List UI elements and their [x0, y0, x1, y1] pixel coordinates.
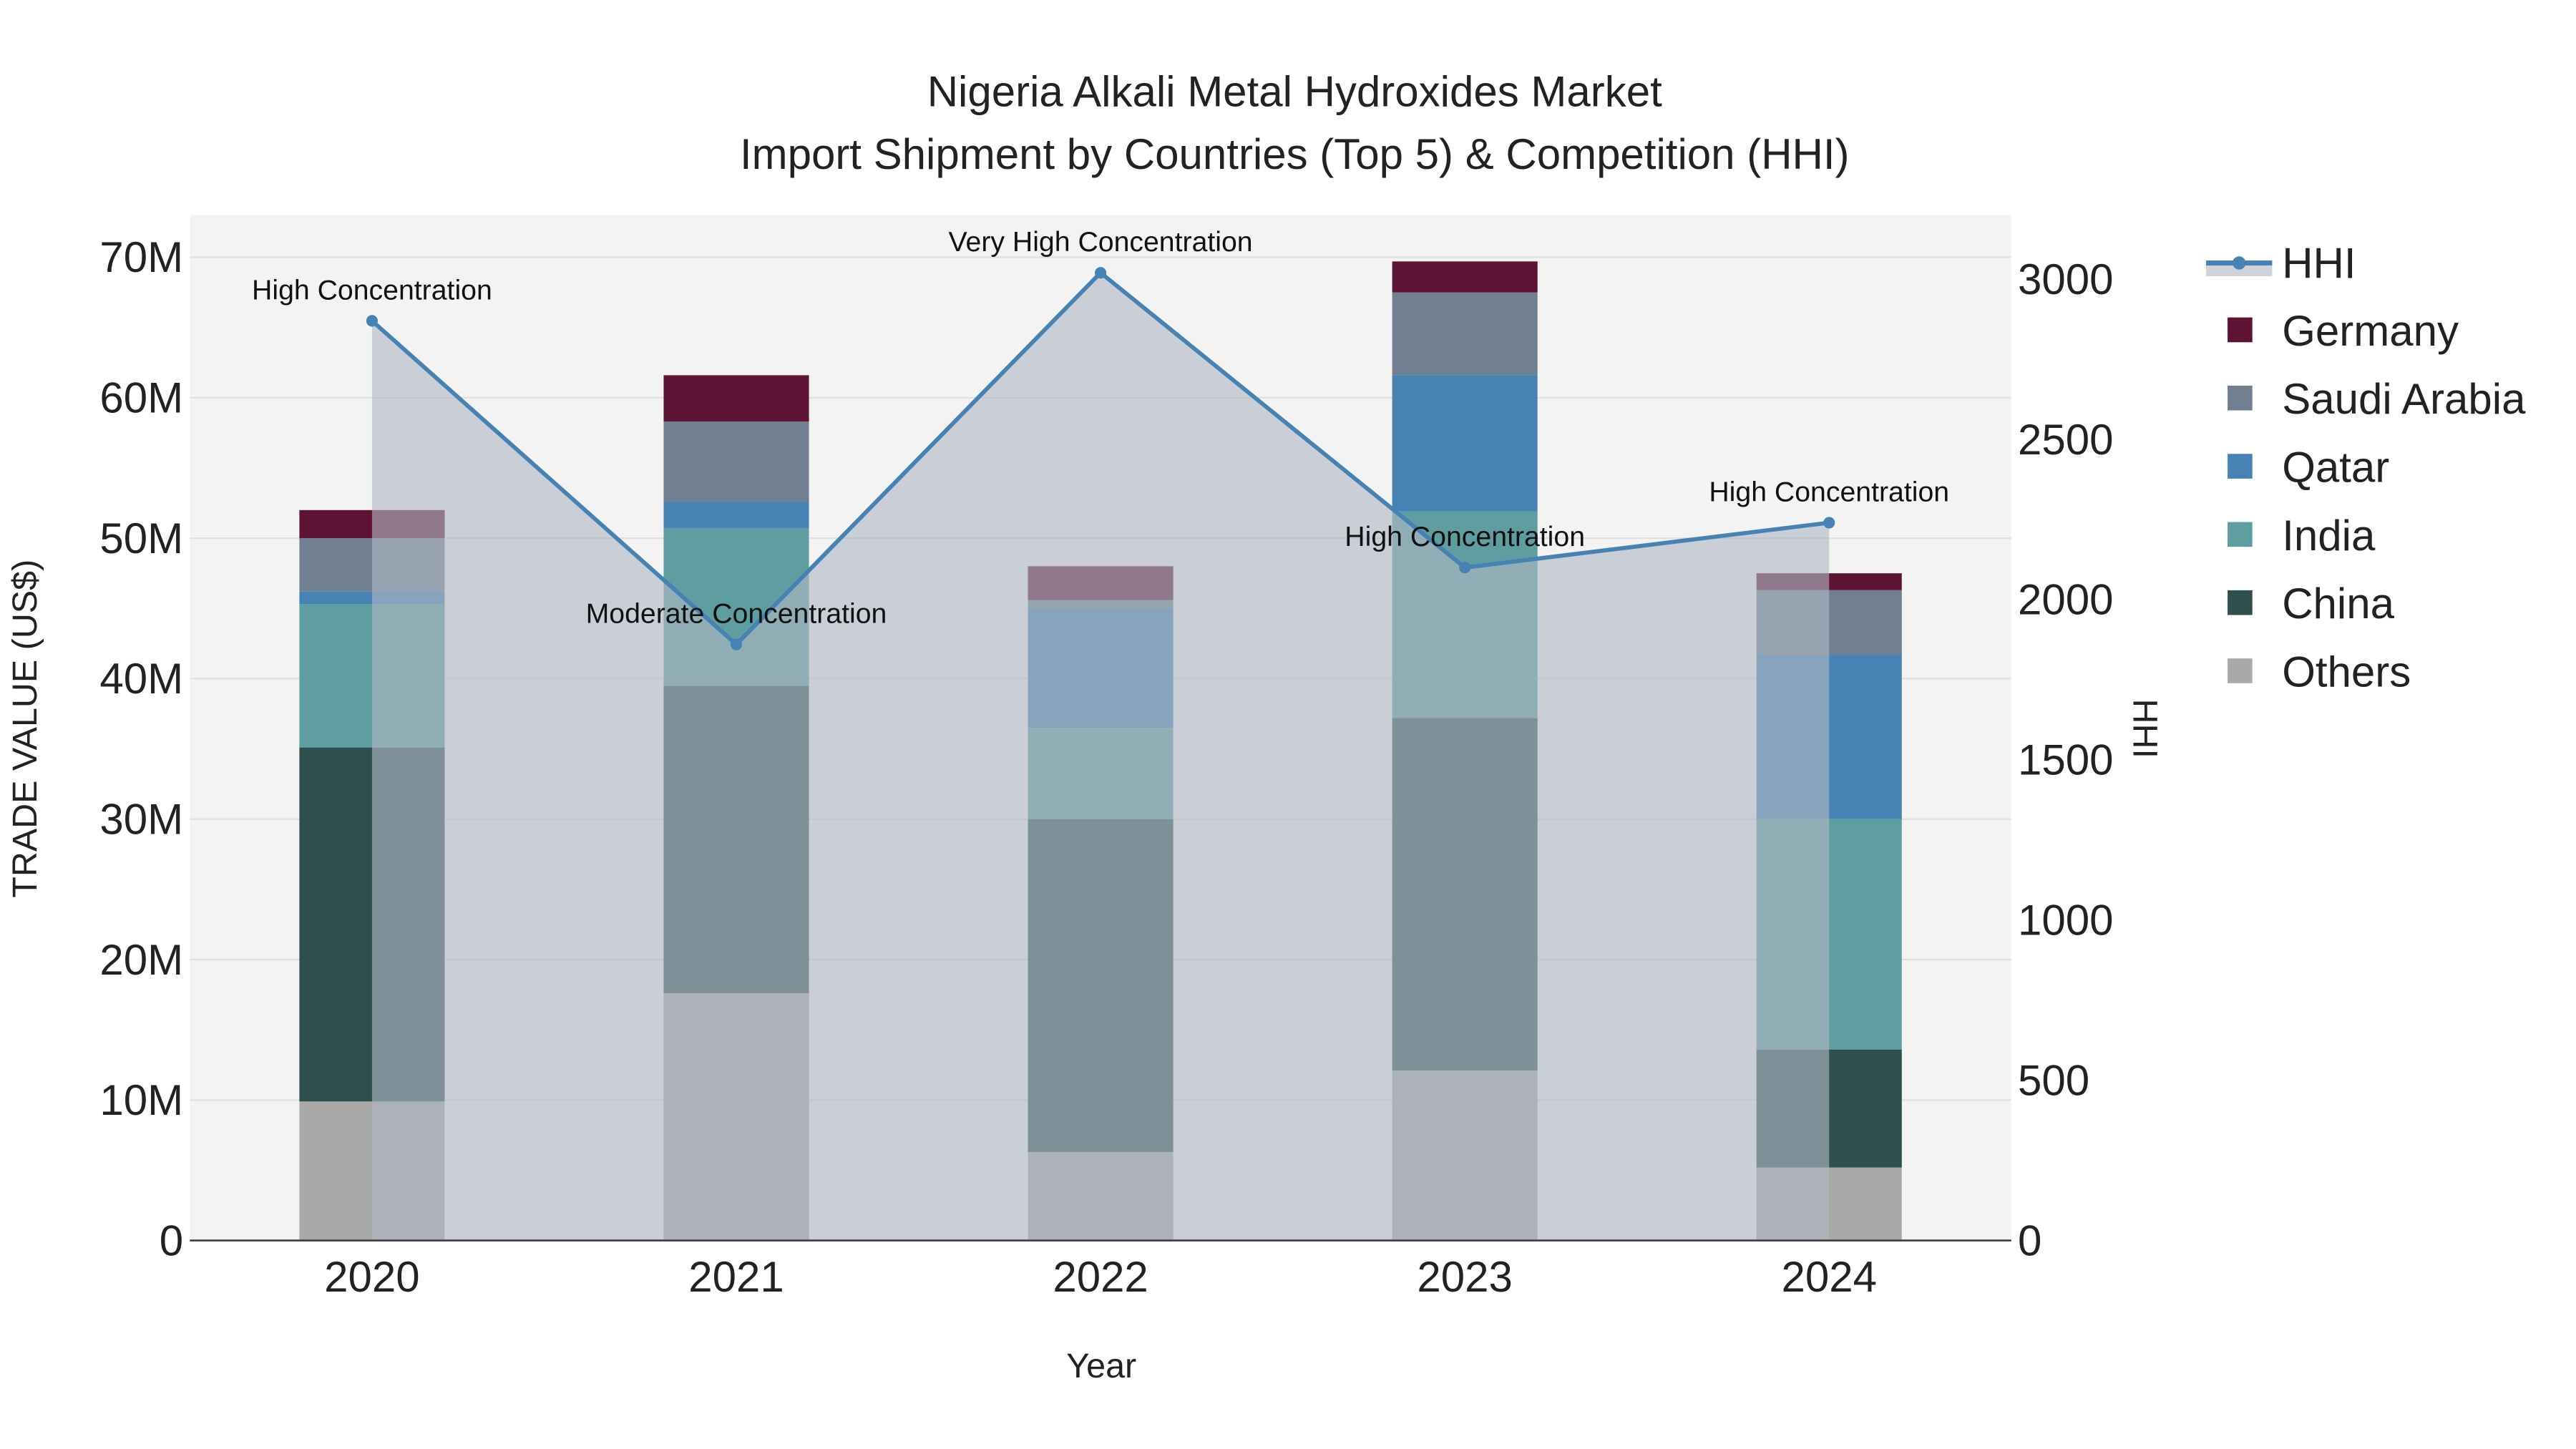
legend-swatch-qatar [2228, 454, 2253, 479]
y-tick-label: 70M [99, 233, 183, 281]
y-tick-label: 20M [99, 936, 183, 984]
legend-label-saudi-arabia[interactable]: Saudi Arabia [2282, 375, 2526, 423]
bar-saudi-arabia-2021 [663, 421, 809, 502]
hhi-annotation: High Concentration [252, 274, 492, 306]
y2-tick-label: 3000 [2018, 255, 2113, 303]
hhi-point-2024 [1823, 517, 1835, 529]
legend-swatch-others [2228, 658, 2253, 683]
hhi-annotation: High Concentration [1709, 477, 1949, 508]
hhi-point-2023 [1459, 562, 1471, 574]
y-tick-label: 30M [99, 795, 183, 843]
y2-tick-label: 0 [2018, 1216, 2041, 1264]
x-tick-label: 2022 [1053, 1253, 1148, 1301]
legend-label-china[interactable]: China [2282, 580, 2394, 628]
legend-swatch-germany [2228, 317, 2253, 343]
chart-title: Nigeria Alkali Metal Hydroxides Market [927, 67, 1662, 115]
y-tick-label: 50M [99, 514, 183, 562]
y2-tick-label: 1500 [2018, 736, 2113, 784]
legend-label-germany[interactable]: Germany [2282, 307, 2459, 355]
y-tick-label: 40M [99, 655, 183, 703]
hhi-point-2022 [1095, 267, 1107, 279]
chart: High Concentration Moderate Concentration… [6, 67, 2526, 1385]
legend-swatch-india [2228, 522, 2253, 547]
legend-swatch-china [2228, 590, 2253, 615]
legend-label-qatar[interactable]: Qatar [2282, 444, 2389, 492]
bar-germany-2021 [663, 375, 809, 422]
bar-qatar-2023 [1392, 375, 1538, 512]
legend-label-hhi[interactable]: HHI [2282, 239, 2356, 287]
legend-label-others[interactable]: Others [2282, 648, 2411, 696]
bar-germany-2023 [1392, 261, 1538, 293]
x-tick-label: 2023 [1417, 1253, 1512, 1301]
x-tick-label: 2020 [324, 1253, 419, 1301]
bar-qatar-2021 [663, 502, 809, 529]
x-tick-label: 2021 [688, 1253, 784, 1301]
legend-label-india[interactable]: India [2282, 512, 2376, 560]
chart-subtitle: Import Shipment by Countries (Top 5) & C… [740, 130, 1850, 178]
y2-axis-title: HHI [2126, 699, 2165, 758]
y-tick-label: 60M [99, 374, 183, 422]
y-tick-label: 0 [160, 1216, 183, 1264]
x-tick-label: 2024 [1781, 1253, 1876, 1301]
y2-tick-label: 500 [2018, 1057, 2089, 1105]
hhi-point-2020 [366, 315, 378, 327]
legend-hhi-marker [2233, 256, 2246, 270]
hhi-annotation: Very High Concentration [949, 226, 1253, 258]
y-tick-label: 10M [99, 1076, 183, 1124]
bar-saudi-arabia-2023 [1392, 292, 1538, 376]
y-axis-title: TRADE VALUE (US$) [6, 560, 44, 898]
x-axis-title: Year [1066, 1347, 1136, 1385]
hhi-annotation: Moderate Concentration [586, 598, 887, 630]
legend: HHI Germany Saudi Arabia Qatar India China Oth… [2206, 239, 2526, 696]
y2-tick-label: 2500 [2018, 416, 2113, 464]
y2-tick-label: 1000 [2018, 897, 2113, 945]
hhi-annotation: High Concentration [1345, 521, 1585, 552]
y2-tick-label: 2000 [2018, 576, 2113, 624]
hhi-point-2021 [730, 638, 743, 650]
legend-swatch-saudi-arabia [2228, 385, 2253, 411]
